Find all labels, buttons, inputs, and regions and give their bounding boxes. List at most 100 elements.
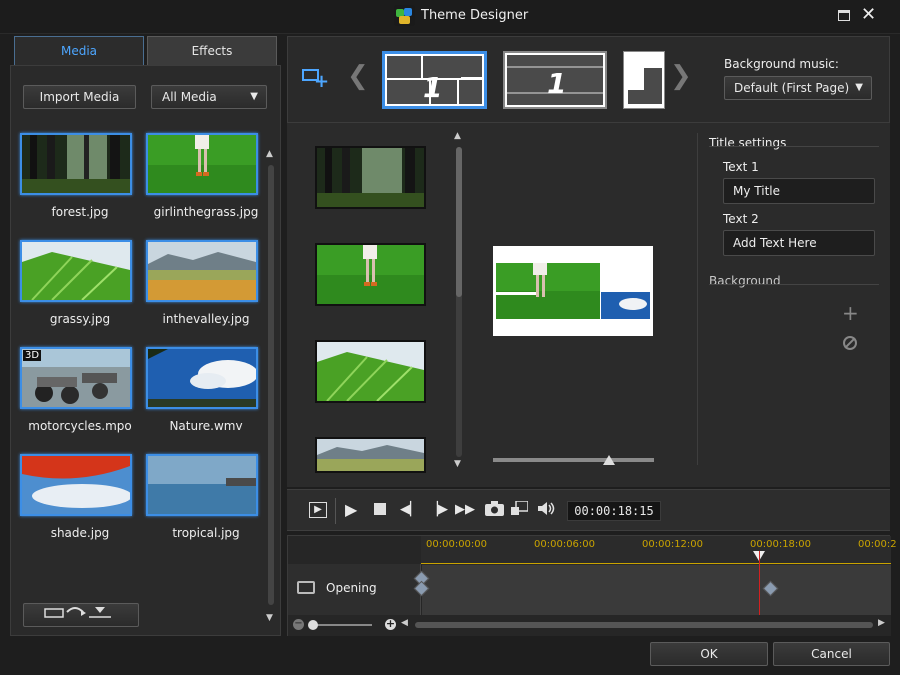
ruler-tick-label: 00:00:00:00 [426, 539, 488, 550]
timeline-zoom-bar: − + ◀ ▶ [288, 615, 891, 636]
scroll-up-icon[interactable]: ▲ [266, 149, 273, 159]
section-divider [709, 284, 879, 285]
media-thumbnail[interactable]: 3D [20, 347, 132, 409]
template-bar: + ❮ 1 1 ❯ Background music: Default (Fir… [287, 36, 890, 123]
scroll-down-icon[interactable]: ▼ [266, 613, 273, 623]
scroll-thumb[interactable] [456, 147, 462, 297]
track-lane[interactable] [413, 564, 891, 615]
title-track-icon [297, 581, 315, 594]
panel-divider [697, 133, 698, 465]
tab-effects[interactable]: Effects [147, 36, 277, 65]
text1-field[interactable]: My Title [723, 178, 875, 204]
stop-icon[interactable] [374, 503, 386, 515]
media-item[interactable]: shade.jpg [20, 454, 140, 540]
background-music-value: Default (First Page) [734, 81, 850, 95]
media-item[interactable]: inthevalley.jpg [146, 240, 266, 326]
media-thumbnail[interactable] [146, 240, 258, 302]
playback-controls: ▶ ▶ ◀▏ ▕▶ ▶▶ 00:00:18:15 [287, 489, 890, 531]
media-item-label: shade.jpg [50, 526, 110, 540]
play-icon[interactable]: ▶ [345, 501, 357, 519]
insert-to-timeline-icon [44, 607, 111, 618]
scroll-right-icon[interactable]: ▶ [878, 618, 885, 628]
chevron-down-icon: ▼ [250, 91, 258, 102]
media-filter-dropdown[interactable]: All Media ▼ [151, 85, 267, 109]
media-item[interactable]: grassy.jpg [20, 240, 140, 326]
maximize-button[interactable] [838, 10, 850, 21]
keyframe-marker[interactable] [762, 580, 779, 597]
slot-thumbnail[interactable] [315, 340, 426, 403]
media-thumbnail[interactable] [146, 454, 258, 516]
media-item[interactable]: 3D motorcycles.mpo [20, 347, 140, 433]
tab-media[interactable]: Media [14, 36, 144, 65]
template-thumbnail-selected[interactable]: 1 [382, 51, 487, 109]
slot-thumbnail[interactable] [315, 243, 426, 306]
app-logo-icon [394, 5, 415, 26]
next-frame-icon[interactable]: ▕▶ [428, 501, 448, 519]
zoom-slider-track[interactable] [310, 624, 372, 626]
designer-workspace: ▲ ▼ Title settings Text 1 My Title Text … [287, 123, 890, 487]
zoom-in-icon[interactable]: + [385, 618, 396, 630]
scroll-up-icon[interactable]: ▲ [454, 131, 461, 141]
pip-icon[interactable] [511, 500, 529, 520]
preview-mode-icon[interactable]: ▶ [309, 502, 327, 518]
text2-field[interactable]: Add Text Here [723, 230, 875, 256]
template-thumbnail[interactable] [623, 51, 665, 109]
chevron-left-icon[interactable]: ❮ [347, 61, 369, 91]
media-item[interactable]: forest.jpg [20, 133, 140, 219]
media-item[interactable]: Nature.wmv [146, 347, 266, 433]
slot-scrollbar[interactable]: ▲ ▼ [454, 131, 463, 473]
add-background-icon[interactable]: + [842, 303, 859, 323]
chevron-right-icon[interactable]: ❯ [670, 61, 692, 91]
volume-icon[interactable] [538, 501, 556, 520]
cancel-button[interactable]: Cancel [773, 642, 890, 666]
camera-icon[interactable] [485, 501, 504, 520]
media-thumbnail[interactable] [146, 347, 258, 409]
ruler-tick-label: 00:00:2 [858, 539, 897, 550]
scroll-left-icon[interactable]: ◀ [401, 618, 408, 628]
remove-background-icon[interactable] [843, 336, 857, 350]
ok-button[interactable]: OK [650, 642, 768, 666]
media-thumbnail[interactable] [20, 454, 132, 516]
media-item[interactable]: tropical.jpg [146, 454, 266, 540]
background-music-dropdown[interactable]: Default (First Page) ▼ [724, 76, 872, 100]
timeline-horizontal-scrollbar[interactable] [415, 622, 873, 628]
media-item-label: motorcycles.mpo [28, 419, 132, 433]
media-thumbnail[interactable] [146, 133, 258, 195]
scroll-track[interactable] [268, 165, 274, 605]
preview-canvas[interactable] [493, 246, 653, 336]
track-header[interactable]: Opening [288, 564, 421, 615]
add-to-timeline-button[interactable] [23, 603, 139, 627]
playhead[interactable] [759, 551, 760, 615]
zoom-out-icon[interactable]: − [293, 619, 304, 630]
media-filter-value: All Media [162, 90, 217, 104]
import-media-button[interactable]: Import Media [23, 85, 136, 109]
previous-frame-icon[interactable]: ◀▏ [400, 501, 420, 519]
media-item-label: tropical.jpg [172, 526, 240, 540]
ruler-tick-label: 00:00:06:00 [534, 539, 596, 550]
fast-forward-icon[interactable]: ▶▶ [455, 501, 475, 519]
preview-slider-knob[interactable] [603, 455, 615, 465]
media-scrollbar[interactable]: ▲ ▼ [266, 149, 275, 623]
zoom-slider-knob[interactable] [308, 620, 318, 630]
background-heading: Background [709, 274, 781, 288]
media-item[interactable]: girlinthegrass.jpg [146, 133, 266, 219]
close-button[interactable]: ✕ [861, 6, 876, 24]
separator [335, 498, 336, 524]
ruler-tick-label: 00:00:12:00 [642, 539, 704, 550]
slot-thumbnail[interactable] [315, 437, 426, 473]
template-thumbnail[interactable]: 1 [503, 51, 607, 109]
slot-thumbnail[interactable] [315, 146, 426, 209]
background-music-label: Background music: [724, 57, 839, 71]
add-template-icon[interactable]: + [302, 67, 329, 91]
template-number: 1 [423, 71, 442, 104]
ruler-tick-label: 00:00:18:00 [750, 539, 812, 550]
window-title: Theme Designer [421, 8, 529, 23]
media-thumbnail[interactable] [20, 133, 132, 195]
media-library: Import Media All Media ▼ forest.jpg girl… [10, 65, 281, 636]
timeline-ruler[interactable]: 00:00:00:00 00:00:06:00 00:00:12:00 00:0… [421, 536, 897, 564]
preview-slider-track[interactable] [493, 458, 654, 462]
media-thumbnail[interactable] [20, 240, 132, 302]
track-name: Opening [326, 581, 377, 595]
media-panel: Media Effects Import Media All Media ▼ f… [10, 36, 281, 636]
scroll-down-icon[interactable]: ▼ [454, 459, 461, 469]
